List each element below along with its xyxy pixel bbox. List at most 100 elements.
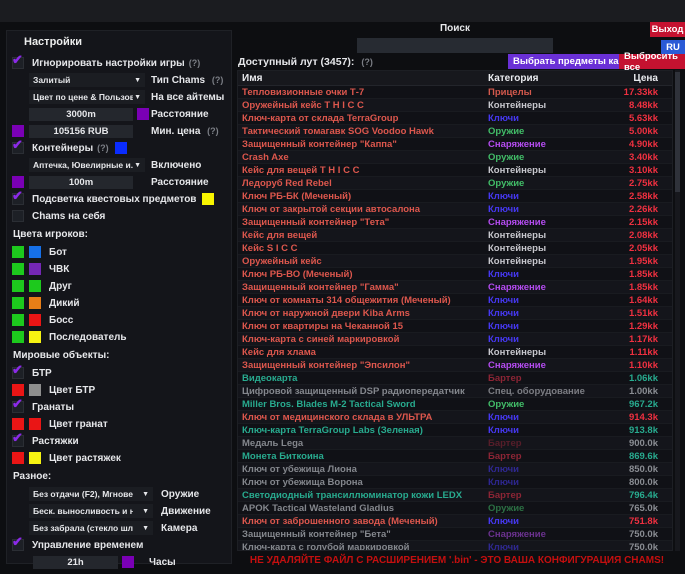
- loot-row[interactable]: Ключ от закрытой секции автосалона Ключи…: [238, 203, 672, 216]
- containers-distance-color-swatch[interactable]: [12, 176, 24, 188]
- loot-row[interactable]: Тактический томагавк SOG Voodoo Hawk Ору…: [238, 125, 672, 138]
- loot-row[interactable]: Ключ-карта TerraGroup Labs (Зеленая) Клю…: [238, 424, 672, 437]
- item-name: Кейс для вещей T H I C C: [238, 165, 488, 176]
- item-name: Ключ от убежища Лиона: [238, 464, 488, 475]
- loot-row[interactable]: Кейс для вещей Контейнеры 2.08kk: [238, 229, 672, 242]
- visible-color-swatch[interactable]: [12, 314, 24, 326]
- loot-row[interactable]: Медаль Lega Бартер 900.0k: [238, 437, 672, 450]
- loot-row[interactable]: Защищенный контейнер "Бета" Снаряжение 7…: [238, 528, 672, 541]
- hidden-color-swatch[interactable]: [29, 280, 41, 292]
- help-icon[interactable]: (?): [361, 57, 373, 67]
- btr-color-swatch-2[interactable]: [29, 384, 41, 396]
- quest-highlight-color-swatch[interactable]: [202, 193, 214, 205]
- loot-row[interactable]: Ключ РБ-БК (Меченый) Ключи 2.58kk: [238, 190, 672, 203]
- chams-type-dropdown[interactable]: Залитый ▼: [29, 73, 145, 87]
- loot-row[interactable]: Ключ от убежища Лиона Ключи 850.0k: [238, 463, 672, 476]
- help-icon[interactable]: (?): [189, 58, 201, 68]
- chams-self-checkbox[interactable]: [12, 210, 24, 222]
- all-items-dropdown[interactable]: Цвет по цене & Пользователь ▼: [29, 90, 145, 104]
- grenades-color-swatch-2[interactable]: [29, 418, 41, 430]
- containers-distance-input[interactable]: 100m: [29, 176, 133, 189]
- checkmark-icon: ✔: [12, 138, 23, 151]
- item-category: Прицелы: [488, 87, 600, 98]
- loot-row[interactable]: Оружейный кейс Контейнеры 1.95kk: [238, 255, 672, 268]
- loot-row[interactable]: Ключ-карта от склада TerraGroup Ключи 5.…: [238, 112, 672, 125]
- visible-color-swatch[interactable]: [12, 263, 24, 275]
- help-icon[interactable]: (?): [212, 75, 224, 85]
- help-icon[interactable]: (?): [207, 126, 219, 136]
- loot-row[interactable]: Ключ РБ-ВО (Меченый) Ключи 1.85kk: [238, 268, 672, 281]
- loot-row[interactable]: Защищенный контейнер "Каппа" Снаряжение …: [238, 138, 672, 151]
- tripwires-color-swatch-1[interactable]: [12, 452, 24, 464]
- visible-color-swatch[interactable]: [12, 280, 24, 292]
- loot-row[interactable]: Защищенный контейнер "Тета" Снаряжение 2…: [238, 216, 672, 229]
- loot-row[interactable]: Светодиодный трансиллюминатор кожи LEDX …: [238, 489, 672, 502]
- loot-row[interactable]: Crash Axe Оружие 3.40kk: [238, 151, 672, 164]
- loot-row[interactable]: Ключ от убежища Ворона Ключи 800.0k: [238, 476, 672, 489]
- btr-color-swatch-1[interactable]: [12, 384, 24, 396]
- loot-row[interactable]: Оружейный кейс T H I C C Контейнеры 8.48…: [238, 99, 672, 112]
- loot-row[interactable]: Кейс S I C C Контейнеры 2.05kk: [238, 242, 672, 255]
- hidden-color-swatch[interactable]: [29, 263, 41, 275]
- loot-row[interactable]: Цифровой защищенный DSP радиопередатчик …: [238, 385, 672, 398]
- grenades-checkbox[interactable]: ✔: [12, 401, 24, 413]
- loot-row[interactable]: Ключ от квартиры на Чеканной 15 Ключи 1.…: [238, 320, 672, 333]
- loot-row[interactable]: Ключ-карта с синей маркировкой Ключи 1.1…: [238, 333, 672, 346]
- loot-row[interactable]: Ключ от наружной двери Kiba Arms Ключи 1…: [238, 307, 672, 320]
- exit-button[interactable]: Выход: [650, 22, 685, 37]
- time-input[interactable]: 21h: [33, 556, 118, 569]
- column-header-price[interactable]: Цена: [600, 73, 672, 84]
- item-price: 1.85kk: [600, 282, 672, 293]
- help-icon[interactable]: (?): [97, 143, 109, 153]
- loot-row[interactable]: Тепловизионные очки Т-7 Прицелы 17.33kk: [238, 86, 672, 99]
- item-name: Оружейный кейс: [238, 256, 488, 267]
- item-category: Снаряжение: [488, 529, 600, 540]
- visible-color-swatch[interactable]: [12, 246, 24, 258]
- tripwires-checkbox[interactable]: ✔: [12, 435, 24, 447]
- btr-checkbox[interactable]: ✔: [12, 367, 24, 379]
- distance-input[interactable]: 3000m: [29, 108, 133, 121]
- visible-color-swatch[interactable]: [12, 331, 24, 343]
- loot-row[interactable]: Ключ от заброшенного завода (Меченый) Кл…: [238, 515, 672, 528]
- item-price: 1.95kk: [600, 256, 672, 267]
- loot-row[interactable]: Ключ-карта с голубой маркировкой Ключи 7…: [238, 541, 672, 551]
- loot-row[interactable]: Ключ от комнаты 314 общежития (Меченый) …: [238, 294, 672, 307]
- loot-row[interactable]: Защищенный контейнер "Эпсилон" Снаряжени…: [238, 359, 672, 372]
- containers-checkbox[interactable]: ✔: [12, 142, 24, 154]
- column-header-category[interactable]: Категория: [488, 73, 600, 84]
- table-scrollbar[interactable]: [675, 70, 680, 551]
- loot-row[interactable]: Ключ от медицинского склада в УЛЬТРА Клю…: [238, 411, 672, 424]
- weapon-dropdown[interactable]: Без отдачи (F2), Мгновенное п ▼: [29, 487, 153, 501]
- loot-row[interactable]: Кейс для хлама Контейнеры 1.11kk: [238, 346, 672, 359]
- scrollbar-thumb[interactable]: [675, 72, 680, 192]
- loot-row[interactable]: Кейс для вещей T H I C C Контейнеры 3.10…: [238, 164, 672, 177]
- camera-dropdown[interactable]: Без забрала (стекло шлема) ▼: [29, 521, 153, 535]
- ignore-game-settings-checkbox[interactable]: ✔: [12, 57, 24, 69]
- containers-color-swatch[interactable]: [115, 142, 127, 154]
- column-header-name[interactable]: Имя: [238, 73, 488, 84]
- min-price-color-swatch[interactable]: [12, 125, 24, 137]
- loot-row[interactable]: Ледоруб Red Rebel Оружие 2.75kk: [238, 177, 672, 190]
- hidden-color-swatch[interactable]: [29, 297, 41, 309]
- search-input[interactable]: [357, 38, 553, 53]
- hidden-color-swatch[interactable]: [29, 331, 41, 343]
- loot-row[interactable]: Монета Биткоина Бартер 869.6k: [238, 450, 672, 463]
- loot-row[interactable]: Видеокарта Бартер 1.06kk: [238, 372, 672, 385]
- min-price-input[interactable]: 105156 RUB: [29, 125, 133, 138]
- time-color-swatch[interactable]: [122, 556, 134, 568]
- movement-dropdown[interactable]: Беск. выносливость и нет уста ▼: [29, 504, 153, 518]
- item-name: Оружейный кейс T H I C C: [238, 100, 488, 111]
- loot-row[interactable]: APOK Tactical Wasteland Gladius Оружие 7…: [238, 502, 672, 515]
- loot-row[interactable]: Miller Bros. Blades M-2 Tactical Sword О…: [238, 398, 672, 411]
- drop-all-button[interactable]: Выбросить все: [619, 54, 685, 69]
- quest-highlight-checkbox[interactable]: ✔: [12, 193, 24, 205]
- hidden-color-swatch[interactable]: [29, 246, 41, 258]
- distance-color-swatch[interactable]: [137, 108, 149, 120]
- grenades-color-swatch-1[interactable]: [12, 418, 24, 430]
- hidden-color-swatch[interactable]: [29, 314, 41, 326]
- containers-mode-dropdown[interactable]: Аптечка, Ювелирные и... ▼: [29, 158, 145, 172]
- tripwires-color-swatch-2[interactable]: [29, 452, 41, 464]
- visible-color-swatch[interactable]: [12, 297, 24, 309]
- loot-row[interactable]: Защищенный контейнер "Гамма" Снаряжение …: [238, 281, 672, 294]
- time-control-checkbox[interactable]: ✔: [12, 539, 24, 551]
